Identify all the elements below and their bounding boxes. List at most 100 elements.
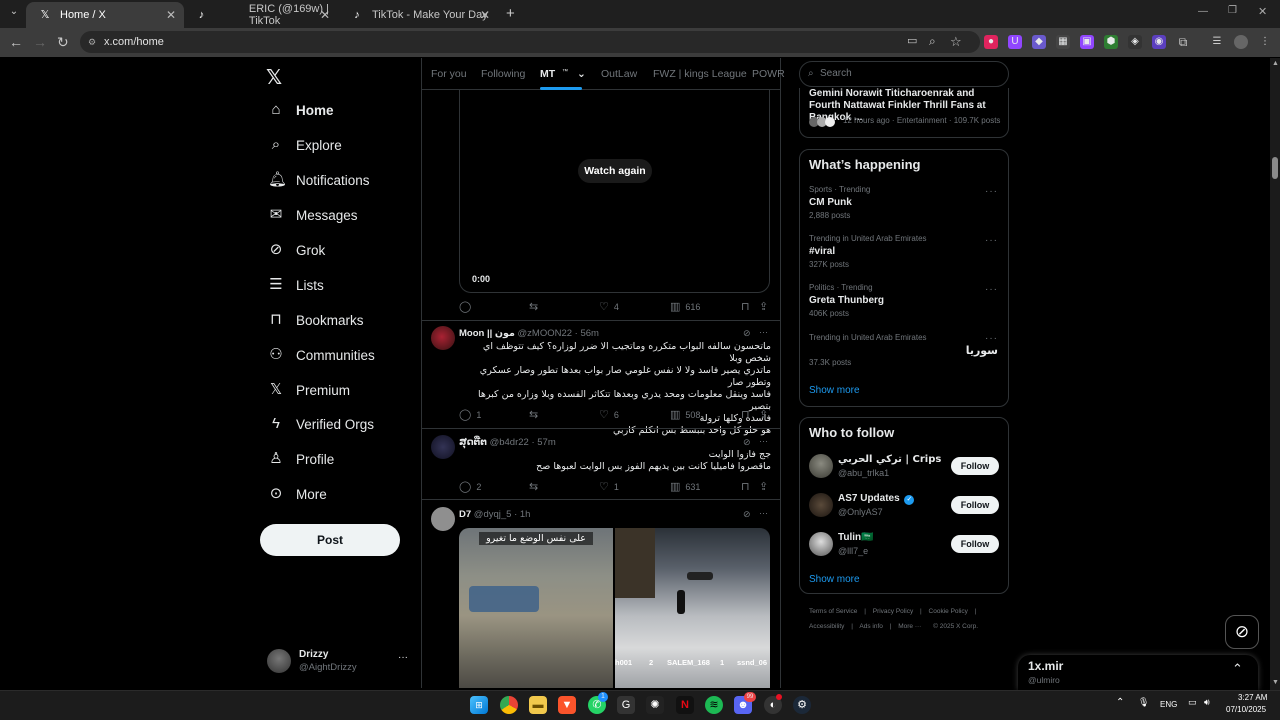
avatar[interactable] xyxy=(809,532,833,556)
sidebar-item-explore[interactable]: ⌕ Explore xyxy=(268,133,342,157)
sidebar-item-profile[interactable]: ♙ Profile xyxy=(268,447,334,471)
like-button[interactable]: ♡ 4 xyxy=(599,300,619,313)
ads-info-link[interactable]: Ads info xyxy=(859,623,883,630)
follow-button[interactable]: Follow xyxy=(951,496,999,514)
tab-search-button[interactable]: ⌄ xyxy=(6,6,22,22)
browser-menu-icon[interactable]: ⋮ xyxy=(1258,35,1272,49)
trend-item[interactable]: Sports · Trending CM Punk 2,888 posts ··… xyxy=(800,182,1008,224)
reload-icon[interactable]: ↻ xyxy=(57,34,69,51)
sidebar-item-grok[interactable]: ⊘ Grok xyxy=(268,238,326,262)
reading-list-icon[interactable]: ☰ xyxy=(1210,35,1224,49)
tab-tiktok-eric[interactable]: ♪ ERIC (@169w) | TikTok ✕ xyxy=(184,2,338,28)
brave-icon[interactable]: ▼ xyxy=(558,696,576,714)
watch-again-button[interactable]: Watch again xyxy=(578,159,652,183)
tweet-media-right[interactable]: h001 2 SALEM_168 1 ssnd_06 xyxy=(615,528,770,688)
repost-button[interactable]: ⇆ xyxy=(529,300,543,313)
grok-icon[interactable]: ⊘ xyxy=(743,328,751,339)
more-dots-icon[interactable]: ··· xyxy=(985,186,998,197)
zoom-icon[interactable]: ⌕ xyxy=(929,34,936,49)
trend-item[interactable]: Trending in United Arab Emirates سوريا 3… xyxy=(800,330,1008,372)
bookmark-button[interactable]: ⊓ xyxy=(741,480,755,493)
grok-icon[interactable]: ⊘ xyxy=(743,509,751,520)
account-switcher[interactable]: Drizzy @AightDrizzy ··· xyxy=(264,646,414,676)
chrome-icon[interactable] xyxy=(500,696,518,714)
news-card[interactable]: Gemini Norawit Titicharoenrak and Fourth… xyxy=(799,88,1009,138)
views-button[interactable]: ▥ 616 xyxy=(670,300,700,313)
expand-icon[interactable]: ⌃ xyxy=(1232,661,1243,677)
views-button[interactable]: ▥ 508 xyxy=(670,408,700,421)
tab-tiktok-home[interactable]: ♪ TikTok - Make Your Day ✕ xyxy=(338,2,498,28)
tab-mt[interactable]: MT ™ ⌄ xyxy=(540,68,586,80)
network-icon[interactable]: ▭ xyxy=(1188,697,1197,708)
grok-icon[interactable]: ⊘ xyxy=(743,437,751,448)
close-icon[interactable]: ✕ xyxy=(166,8,176,22)
close-icon[interactable]: ✕ xyxy=(480,8,490,22)
more-dots-icon[interactable]: ··· xyxy=(759,436,768,446)
close-icon[interactable]: ✕ xyxy=(320,8,330,22)
scroll-down-arrow[interactable]: ▼ xyxy=(1272,679,1279,686)
reply-button[interactable]: ◯ 1 xyxy=(459,408,481,421)
back-icon[interactable]: ← xyxy=(9,34,23,50)
tab-for-you[interactable]: For you xyxy=(431,68,467,80)
like-button[interactable]: ♡ 6 xyxy=(599,408,619,421)
more-dots-icon[interactable]: ··· xyxy=(759,327,768,337)
messages-drawer[interactable]: 1x.mir @ulmiro ⌃ xyxy=(1018,655,1258,690)
extension-red-icon[interactable]: ● xyxy=(984,35,998,49)
like-button[interactable]: ♡ 1 xyxy=(599,480,619,493)
scrollbar-track[interactable] xyxy=(1270,58,1280,690)
tab-fwz-kings-league[interactable]: FWZ | kings League xyxy=(653,68,747,80)
extension-shield-icon[interactable]: ◆ xyxy=(1032,35,1046,49)
more-link[interactable]: More ··· xyxy=(898,623,921,630)
cookie-link[interactable]: Cookie Policy xyxy=(929,608,968,615)
bookmark-button[interactable]: ⊓ xyxy=(741,408,755,421)
more-dots-icon[interactable]: ··· xyxy=(985,235,998,246)
install-app-icon[interactable]: ▭ xyxy=(907,34,917,47)
sidebar-item-notifications[interactable]: 🔔︎ Notifications xyxy=(268,168,370,192)
reply-button[interactable]: ◯ xyxy=(459,300,476,313)
sidebar-item-premium[interactable]: 𝕏 Premium xyxy=(268,378,350,402)
extension-eye-icon[interactable]: ◉ xyxy=(1152,35,1166,49)
tweet-author[interactable]: D7 @dyqj_5 · 1h xyxy=(459,509,530,520)
repost-button[interactable]: ⇆ xyxy=(529,480,543,493)
reply-button[interactable]: ◯ 2 xyxy=(459,480,481,493)
netflix-icon[interactable]: N xyxy=(676,696,694,714)
more-dots-icon[interactable]: ··· xyxy=(985,284,998,295)
spotify-icon[interactable]: ≋ xyxy=(705,696,723,714)
profile-avatar-icon[interactable] xyxy=(1234,35,1248,49)
sidebar-item-lists[interactable]: ☰ Lists xyxy=(268,273,324,297)
follow-button[interactable]: Follow xyxy=(951,457,999,475)
privacy-link[interactable]: Privacy Policy xyxy=(873,608,913,615)
minimize-button[interactable]: — xyxy=(1198,6,1208,17)
tweet-author[interactable]: ສຸດຕື່ຕ @b4dr22 · 57m xyxy=(459,437,556,448)
video-player[interactable] xyxy=(459,90,770,293)
tab-powr[interactable]: POWR xyxy=(752,68,785,80)
language-indicator[interactable]: ENG xyxy=(1160,700,1177,709)
tweet-author[interactable]: Moon || مون @zMOON22 · 56m xyxy=(459,328,599,339)
tray-overflow-icon[interactable]: ⌃ xyxy=(1116,697,1124,708)
post-button[interactable]: Post xyxy=(260,524,400,556)
extensions-puzzle-icon[interactable]: ⧉ xyxy=(1176,35,1190,49)
follow-button[interactable]: Follow xyxy=(951,535,999,553)
share-button[interactable]: ⇪ xyxy=(759,300,773,313)
grok-float-button[interactable]: ⊘ xyxy=(1225,615,1259,649)
new-tab-button[interactable]: + xyxy=(506,5,515,22)
sidebar-item-messages[interactable]: ✉ Messages xyxy=(268,203,358,227)
search-input[interactable]: ⌕ Search xyxy=(799,61,1009,87)
extension-grid-icon[interactable]: ▦ xyxy=(1056,35,1070,49)
tab-x-home[interactable]: 𝕏 Home / X ✕ xyxy=(26,2,184,28)
file-explorer-icon[interactable]: ▬ xyxy=(529,696,547,714)
share-button[interactable]: ⇪ xyxy=(759,480,773,493)
views-button[interactable]: ▥ 631 xyxy=(670,480,700,493)
forward-icon[interactable]: → xyxy=(33,34,47,50)
extension-green-shield-icon[interactable]: ⬢ xyxy=(1104,35,1118,49)
site-info-icon[interactable]: ⚙ xyxy=(88,31,96,53)
show-more-link[interactable]: Show more xyxy=(809,385,860,396)
chatgpt-icon[interactable]: ✺ xyxy=(646,696,664,714)
sidebar-item-bookmarks[interactable]: ⊓ Bookmarks xyxy=(268,308,363,332)
repost-button[interactable]: ⇆ xyxy=(529,408,543,421)
trend-item[interactable]: Trending in United Arab Emirates #viral … xyxy=(800,231,1008,273)
x-logo-icon[interactable]: 𝕏 xyxy=(266,65,282,90)
trend-item[interactable]: Politics · Trending Greta Thunberg 406K … xyxy=(800,280,1008,322)
maximize-button[interactable]: ❐ xyxy=(1228,5,1237,16)
show-more-link[interactable]: Show more xyxy=(809,574,860,585)
